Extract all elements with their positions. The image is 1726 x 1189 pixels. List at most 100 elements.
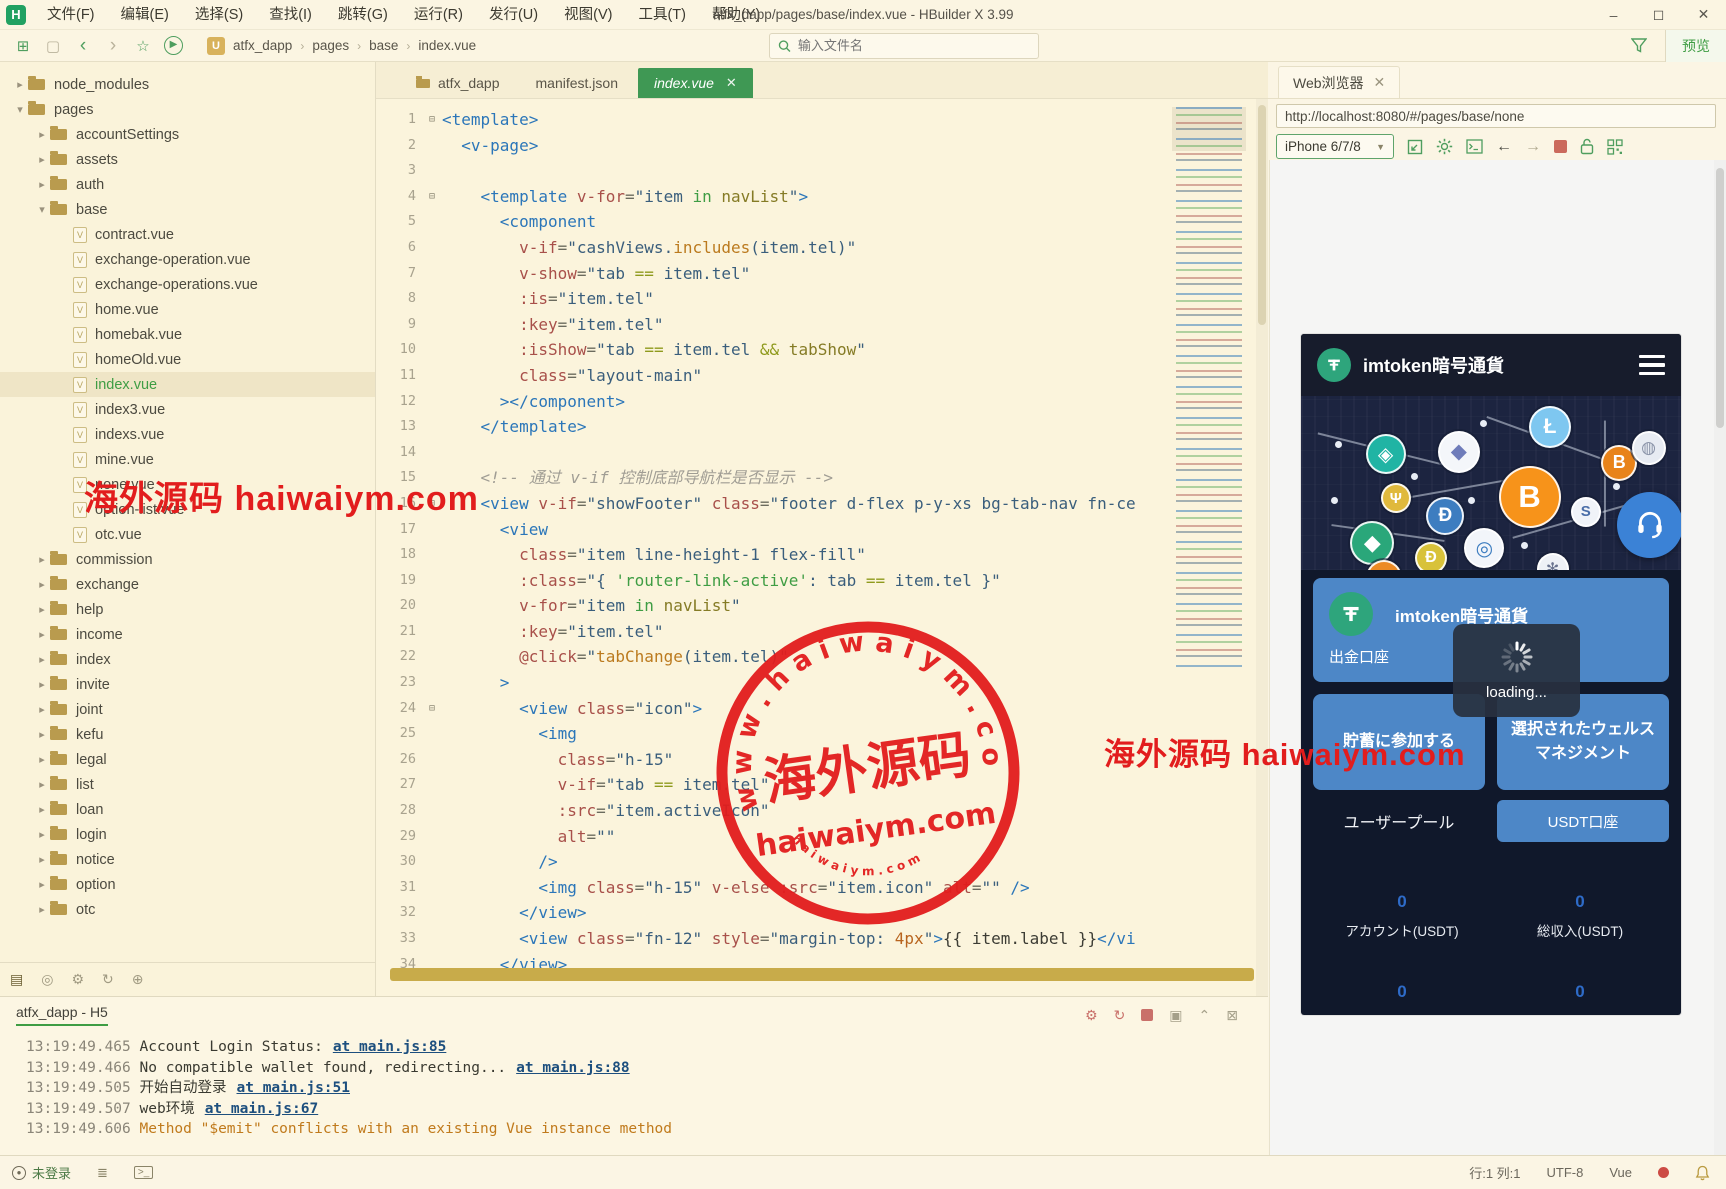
close-panel-icon[interactable]: ⊠ <box>1226 1007 1238 1024</box>
collapse-panel-icon[interactable]: ⌃ <box>1199 1007 1211 1024</box>
preview-button[interactable]: 预览 <box>1665 30 1726 62</box>
screenshot-icon[interactable]: ▣ <box>1169 1007 1182 1024</box>
unlock-icon[interactable] <box>1580 138 1594 155</box>
tree-item-legal[interactable]: ▸legal <box>0 747 375 772</box>
tree-collapse-icon[interactable]: ▸ <box>34 728 50 741</box>
restart-icon[interactable]: ↻ <box>1114 1007 1126 1024</box>
tree-collapse-icon[interactable]: ▸ <box>34 678 50 691</box>
breadcrumb-item[interactable]: pages <box>312 38 349 53</box>
tree-collapse-icon[interactable]: ▸ <box>34 628 50 641</box>
url-bar[interactable]: http://localhost:8080/#/pages/base/none <box>1276 104 1716 128</box>
tree-expand-icon[interactable]: ▾ <box>34 203 50 216</box>
tree-expand-icon[interactable]: ▾ <box>12 103 28 116</box>
open-external-icon[interactable] <box>1407 139 1423 155</box>
tree-item-exchange-operations.vue[interactable]: Vexchange-operations.vue <box>0 272 375 297</box>
log-source-link[interactable]: at main.js:85 <box>333 1039 447 1055</box>
notification-dot-icon[interactable] <box>1658 1167 1669 1178</box>
tree-item-option[interactable]: ▸option <box>0 872 375 897</box>
tree-collapse-icon[interactable]: ▸ <box>34 903 50 916</box>
tree-collapse-icon[interactable]: ▸ <box>34 128 50 141</box>
terminal-icon[interactable]: >_ <box>134 1166 153 1179</box>
tree-item-accountSettings[interactable]: ▸accountSettings <box>0 122 375 147</box>
tree-collapse-icon[interactable]: ▸ <box>34 178 50 191</box>
menu-item-V[interactable]: 视图(V) <box>551 0 625 30</box>
usdt-account-button[interactable]: USDT口座 <box>1497 800 1669 842</box>
device-selector[interactable]: iPhone 6/7/8▼ <box>1276 134 1394 159</box>
tree-item-node_modules[interactable]: ▸node_modules <box>0 72 375 97</box>
fold-marker-icon[interactable]: ⊟ <box>422 107 442 133</box>
tree-item-income[interactable]: ▸income <box>0 622 375 647</box>
new-file-icon[interactable]: ⊞ <box>8 37 38 55</box>
tree-item-commission[interactable]: ▸commission <box>0 547 375 572</box>
tree-collapse-icon[interactable]: ▸ <box>34 703 50 716</box>
login-status[interactable]: ● 未登录 <box>12 1163 71 1182</box>
file-search-input[interactable] <box>798 38 1030 53</box>
cursor-position[interactable]: 行:1 列:1 <box>1469 1163 1520 1182</box>
tree-item-option-list.vue[interactable]: Voption-list.vue <box>0 497 375 522</box>
breadcrumb-item[interactable]: base <box>369 38 398 53</box>
console-tab[interactable]: atfx_dapp - H5 <box>16 1004 108 1026</box>
code-editor[interactable]: atfx_dappmanifest.jsonindex.vue✕ 1⊟<temp… <box>376 62 1268 996</box>
project-view-icon[interactable]: ▤ <box>10 971 23 988</box>
nav-back-icon[interactable]: ← <box>1496 138 1512 156</box>
plugins-icon[interactable]: ⊕ <box>132 971 144 988</box>
menu-item-Y[interactable]: 帮助(Y) <box>699 0 773 30</box>
tree-collapse-icon[interactable]: ▸ <box>34 828 50 841</box>
tree-collapse-icon[interactable]: ▸ <box>34 553 50 566</box>
console-toggle-icon[interactable] <box>1466 139 1483 154</box>
tree-item-otc[interactable]: ▸otc <box>0 897 375 922</box>
tree-item-none.vue[interactable]: Vnone.vue <box>0 472 375 497</box>
editor-tab-atfx_dapp[interactable]: atfx_dapp <box>400 68 516 98</box>
qr-code-icon[interactable] <box>1607 139 1623 155</box>
minimap[interactable] <box>1172 107 1256 967</box>
hamburger-menu-icon[interactable] <box>1639 355 1665 376</box>
star-icon[interactable]: ☆ <box>128 37 158 55</box>
tree-item-loan[interactable]: ▸loan <box>0 797 375 822</box>
tree-item-index.vue[interactable]: Vindex.vue <box>0 372 375 397</box>
code-area[interactable]: 1⊟<template>2 <v-page>34⊟ <template v-fo… <box>376 99 1268 977</box>
tree-item-help[interactable]: ▸help <box>0 597 375 622</box>
back-icon[interactable]: ‹ <box>68 35 98 57</box>
tree-collapse-icon[interactable]: ▸ <box>34 603 50 616</box>
menu-item-G[interactable]: 跳转(G) <box>325 0 401 30</box>
menu-item-F[interactable]: 文件(F) <box>34 0 108 30</box>
tree-item-assets[interactable]: ▸assets <box>0 147 375 172</box>
tree-item-homeOld.vue[interactable]: VhomeOld.vue <box>0 347 375 372</box>
tree-item-pages[interactable]: ▾pages <box>0 97 375 122</box>
forward-icon[interactable]: › <box>98 35 128 57</box>
gear-icon[interactable] <box>1436 138 1453 155</box>
tree-collapse-icon[interactable]: ▸ <box>34 578 50 591</box>
save-icon[interactable]: ▢ <box>38 37 68 55</box>
stop-icon[interactable] <box>1141 1009 1153 1021</box>
menu-item-R[interactable]: 运行(R) <box>401 0 476 30</box>
log-source-link[interactable]: at main.js:51 <box>237 1080 351 1096</box>
browser-tab-close-icon[interactable]: ✕ <box>1374 74 1386 91</box>
refresh-icon[interactable]: ↻ <box>102 971 114 988</box>
minimize-button[interactable]: – <box>1591 0 1636 30</box>
editor-vertical-scrollbar[interactable] <box>1256 99 1268 996</box>
preview-scrollbar[interactable] <box>1714 160 1726 1155</box>
log-source-link[interactable]: at main.js:67 <box>205 1101 319 1117</box>
log-source-link[interactable]: at main.js:88 <box>516 1060 630 1076</box>
stop-preview-icon[interactable] <box>1554 140 1567 153</box>
tree-item-joint[interactable]: ▸joint <box>0 697 375 722</box>
breadcrumb-item[interactable]: index.vue <box>418 38 476 53</box>
breadcrumb-item[interactable]: atfx_dapp <box>233 38 292 53</box>
menu-item-T[interactable]: 工具(T) <box>625 0 699 30</box>
tree-item-home.vue[interactable]: Vhome.vue <box>0 297 375 322</box>
tree-item-login[interactable]: ▸login <box>0 822 375 847</box>
tree-item-contract.vue[interactable]: Vcontract.vue <box>0 222 375 247</box>
fold-marker-icon[interactable]: ⊟ <box>422 696 442 722</box>
tree-collapse-icon[interactable]: ▸ <box>34 878 50 891</box>
editor-horizontal-scrollbar[interactable] <box>390 968 1254 981</box>
tree-item-exchange[interactable]: ▸exchange <box>0 572 375 597</box>
tree-item-exchange-operation.vue[interactable]: Vexchange-operation.vue <box>0 247 375 272</box>
debug-console-icon[interactable]: ⚙ <box>1085 1007 1098 1024</box>
encoding-indicator[interactable]: UTF-8 <box>1547 1165 1584 1180</box>
editor-tab-manifest.json[interactable]: manifest.json <box>520 68 634 98</box>
tree-item-indexs.vue[interactable]: Vindexs.vue <box>0 422 375 447</box>
tree-item-otc.vue[interactable]: Votc.vue <box>0 522 375 547</box>
customer-service-button[interactable] <box>1617 492 1681 558</box>
tree-collapse-icon[interactable]: ▸ <box>34 753 50 766</box>
debug-icon[interactable]: ⚙ <box>71 971 84 988</box>
